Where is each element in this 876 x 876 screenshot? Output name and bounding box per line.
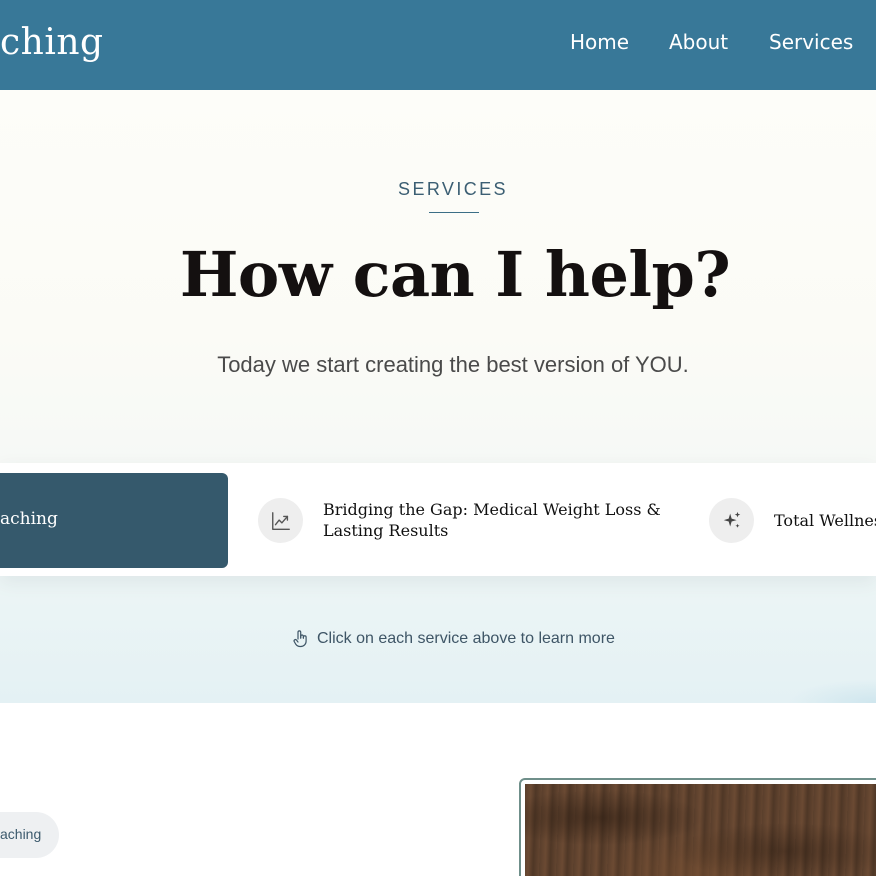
nav-services[interactable]: Services	[769, 30, 853, 54]
services-hint: Click on each service above to learn mor…	[292, 628, 615, 650]
hero-subtitle: Today we start creating the best version…	[217, 352, 689, 377]
site-header: ching Home About Services	[0, 0, 876, 90]
service-tab-label: Total Wellnes	[774, 511, 876, 530]
service-image-frame	[519, 778, 876, 876]
category-pill[interactable]: aching	[0, 812, 59, 858]
service-tab-coaching[interactable]: aching	[0, 473, 228, 568]
section-eyebrow: SERVICES	[398, 179, 508, 199]
service-tab-total-wellness[interactable]: Total Wellnes	[709, 473, 876, 568]
service-tab-medical-weight-loss[interactable]: Bridging the Gap: Medical Weight Loss & …	[258, 473, 661, 568]
hint-text: Click on each service above to learn mor…	[317, 630, 615, 647]
hero-section: SERVICES How can I help? Today we start …	[0, 90, 876, 703]
eyebrow-divider	[429, 212, 479, 213]
services-tabs: aching Bridging the Gap: Medical Weight …	[0, 463, 876, 576]
service-icon-wrap	[258, 498, 303, 543]
nav-about[interactable]: About	[669, 30, 728, 54]
service-tab-label: Bridging the Gap: Medical Weight Loss & …	[323, 500, 661, 540]
nav-home[interactable]: Home	[570, 30, 629, 54]
service-image	[525, 784, 876, 876]
category-pill-label: aching	[0, 826, 42, 842]
sparkle-icon	[723, 511, 740, 528]
trend-line-icon	[271, 511, 290, 530]
decorative-wave	[786, 679, 876, 703]
service-icon-wrap	[709, 498, 754, 543]
pointer-hand-icon	[293, 630, 307, 648]
site-brand[interactable]: ching	[0, 22, 104, 63]
page-title: How can I help?	[179, 238, 731, 311]
service-tab-label: aching	[0, 509, 58, 529]
